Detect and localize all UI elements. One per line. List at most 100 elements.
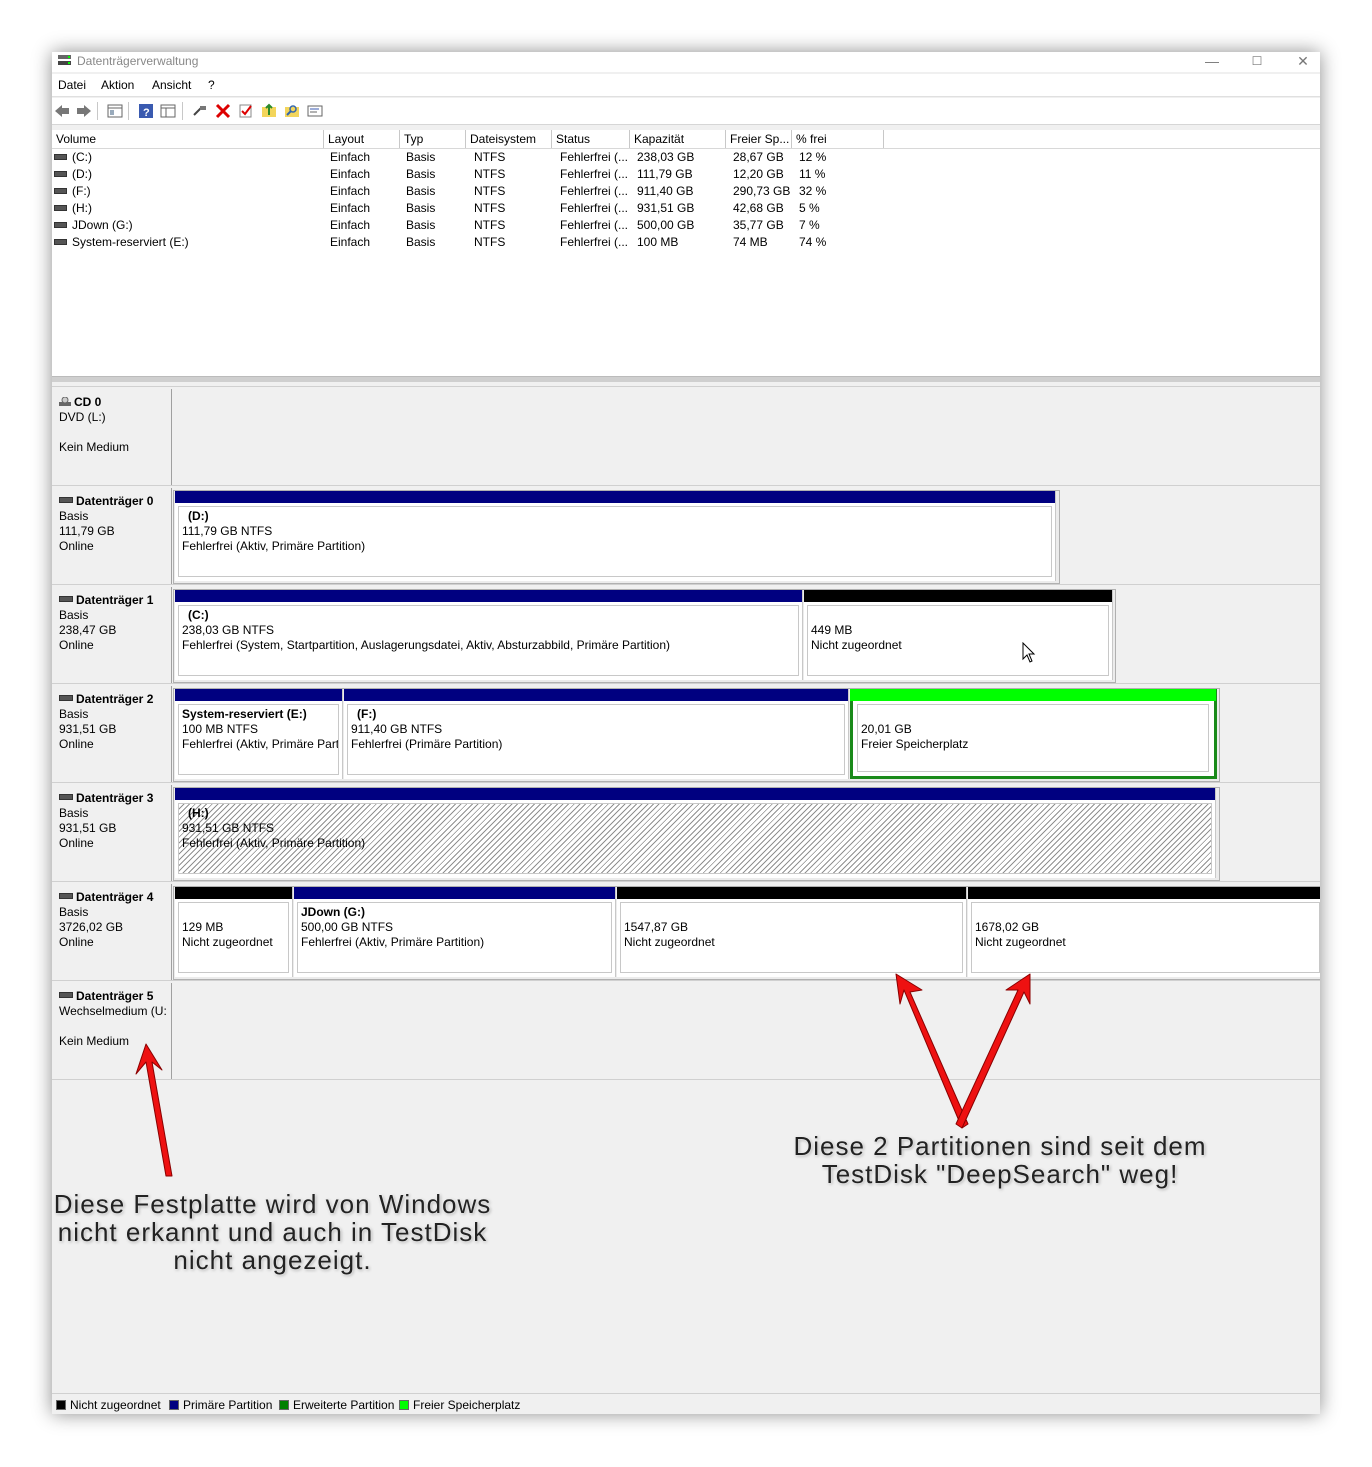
- connect-icon[interactable]: [192, 103, 208, 119]
- partition-frame: (D:) 111,79 GB NTFS Fehlerfrei (Aktiv, P…: [173, 490, 1060, 584]
- disk-row-5: Datenträger 5 Wechselmedium (U: Kein Med…: [52, 980, 1320, 1080]
- column-header-dateisystem[interactable]: Dateisystem: [466, 130, 552, 148]
- disk-type: Basis: [59, 905, 89, 919]
- disk-label[interactable]: Datenträger 5 Wechselmedium (U: Kein Med…: [52, 983, 172, 1079]
- legend-item: Primäre Partition: [169, 1398, 272, 1412]
- table-cell: 290,73 GB: [733, 184, 791, 198]
- check-icon[interactable]: [238, 103, 254, 119]
- partition-color-bar: [804, 590, 1112, 602]
- table-row[interactable]: (D:) Einfach Basis NTFS Fehlerfrei (... 111,7…: [52, 166, 1320, 183]
- back-icon[interactable]: [54, 103, 70, 119]
- disk-label[interactable]: Datenträger 2 Basis 931,51 GB Online: [52, 686, 172, 782]
- partition-size: 931,51 GB NTFS: [182, 821, 275, 835]
- volume-list-header: Volume Layout Typ Dateisystem Status Kap…: [52, 130, 1320, 149]
- legend-item: Freier Speicherplatz: [399, 1398, 520, 1412]
- partition-e[interactable]: System-reserviert (E:) 100 MB NTFS Fehle…: [175, 689, 343, 779]
- menu-ansicht[interactable]: Ansicht: [152, 78, 191, 92]
- disk-label[interactable]: CD 0 DVD (L:) Kein Medium: [52, 389, 172, 485]
- partition-info: (D:) 111,79 GB NTFS Fehlerfrei (Aktiv, P…: [178, 506, 1052, 577]
- partition-info: (F:) 911,40 GB NTFS Fehlerfrei (Primäre …: [347, 704, 845, 775]
- partition-c[interactable]: (C:) 238,03 GB NTFS Fehlerfrei (System, …: [175, 590, 803, 680]
- partition-unallocated-1547gb[interactable]: 1547,87 GB Nicht zugeordnet: [617, 887, 967, 977]
- partition-color-bar: [175, 788, 1215, 800]
- disk-label[interactable]: Datenträger 0 Basis 111,79 GB Online: [52, 488, 172, 584]
- legend-swatch: [169, 1400, 179, 1410]
- table-cell: Einfach: [330, 150, 371, 164]
- partition-d[interactable]: (D:) 111,79 GB NTFS Fehlerfrei (Aktiv, P…: [175, 491, 1056, 581]
- column-header-typ[interactable]: Typ: [400, 130, 466, 148]
- disk-type: Basis: [59, 608, 89, 622]
- partition-unallocated-1678gb[interactable]: 1678,02 GB Nicht zugeordnet: [968, 887, 1320, 977]
- table-cell: NTFS: [474, 150, 506, 164]
- partition-title: (C:): [188, 608, 209, 622]
- column-header-prozent-frei[interactable]: % frei: [792, 130, 884, 148]
- table-cell: 74 MB: [733, 235, 768, 249]
- table-cell: 28,67 GB: [733, 150, 784, 164]
- menu-aktion[interactable]: Aktion: [101, 78, 134, 92]
- disk-row-3: Datenträger 3 Basis 931,51 GB Online (H:…: [52, 782, 1320, 881]
- table-row[interactable]: System-reserviert (E:) Einfach Basis NTFS Fe…: [52, 234, 1320, 251]
- column-header-status[interactable]: Status: [552, 130, 630, 148]
- partition-unallocated-129mb[interactable]: 129 MB Nicht zugeordnet: [175, 887, 293, 977]
- table-cell: 12,20 GB: [733, 167, 784, 181]
- table-cell: Einfach: [330, 218, 371, 232]
- column-header-freier-speicher[interactable]: Freier Sp...: [726, 130, 792, 148]
- search-folder-icon[interactable]: [284, 103, 300, 119]
- folder-up-icon[interactable]: [261, 103, 277, 119]
- list-view-icon[interactable]: [107, 103, 123, 119]
- partition-size: 449 MB: [811, 623, 853, 637]
- table-cell: Basis: [406, 184, 436, 198]
- table-cell: Fehlerfrei (...: [560, 150, 629, 164]
- menu-help[interactable]: ?: [208, 78, 215, 92]
- table-row[interactable]: (F:) Einfach Basis NTFS Fehlerfrei (... 911,4…: [52, 183, 1320, 200]
- disk-status: Kein Medium: [59, 440, 130, 454]
- partition-status: Nicht zugeordnet: [182, 935, 273, 949]
- partition-info: 129 MB Nicht zugeordnet: [178, 902, 289, 973]
- partition-size: 500,00 GB NTFS: [301, 920, 394, 934]
- legend-swatch: [56, 1400, 66, 1410]
- table-cell: 7 %: [799, 218, 820, 232]
- partition-color-bar: [175, 590, 802, 602]
- disk-name: Datenträger 2: [76, 692, 154, 706]
- table-row[interactable]: (C:) Einfach Basis NTFS Fehlerfrei (... 238,0…: [52, 149, 1320, 166]
- minimize-button[interactable]: —: [1189, 52, 1235, 72]
- disk-size: 931,51 GB: [59, 821, 117, 835]
- disk-status: Online: [59, 638, 94, 652]
- delete-icon[interactable]: [215, 103, 231, 119]
- partition-free-space[interactable]: 20,01 GB Freier Speicherplatz: [850, 689, 1217, 779]
- partition-h[interactable]: (H:) 931,51 GB NTFS Fehlerfrei (Aktiv, P…: [175, 788, 1216, 878]
- partition-unallocated[interactable]: 449 MB Nicht zugeordnet: [804, 590, 1113, 680]
- hard-disk-icon: [59, 596, 73, 602]
- disk-type: Basis: [59, 707, 89, 721]
- partition-frame: (C:) 238,03 GB NTFS Fehlerfrei (System, …: [173, 589, 1116, 683]
- volume-icon: [54, 170, 67, 177]
- table-row[interactable]: JDown (G:) Einfach Basis NTFS Fehlerfrei (..…: [52, 217, 1320, 234]
- partition-title: JDown (G:): [301, 905, 365, 919]
- partition-frame: 129 MB Nicht zugeordnet JDown (G:) 500,0…: [173, 886, 1320, 980]
- settings-view-icon[interactable]: [307, 103, 323, 119]
- partition-status: Fehlerfrei (Aktiv, Primäre Partition): [182, 836, 366, 850]
- disk-row-4: Datenträger 4 Basis 3726,02 GB Online 12…: [52, 881, 1320, 980]
- volume-list: Volume Layout Typ Dateisystem Status Kap…: [52, 130, 1320, 376]
- close-button[interactable]: ✕: [1280, 52, 1320, 72]
- partition-info: 1547,87 GB Nicht zugeordnet: [620, 902, 963, 973]
- disk-label[interactable]: Datenträger 1 Basis 238,47 GB Online: [52, 587, 172, 683]
- column-header-kapazitaet[interactable]: Kapazität: [630, 130, 726, 148]
- properties-view-icon[interactable]: [160, 103, 176, 119]
- help-icon[interactable]: ?: [138, 103, 154, 119]
- forward-icon[interactable]: [76, 103, 92, 119]
- hard-disk-icon: [59, 893, 73, 899]
- disk-label[interactable]: Datenträger 3 Basis 931,51 GB Online: [52, 785, 172, 881]
- table-cell: (C:): [54, 149, 92, 166]
- disk-label[interactable]: Datenträger 4 Basis 3726,02 GB Online: [52, 884, 172, 980]
- column-header-layout[interactable]: Layout: [324, 130, 400, 148]
- disk-size: 111,79 GB: [59, 524, 115, 538]
- maximize-button[interactable]: ☐: [1234, 52, 1280, 72]
- table-row[interactable]: (H:) Einfach Basis NTFS Fehlerfrei (... 931,5…: [52, 200, 1320, 217]
- partition-g[interactable]: JDown (G:) 500,00 GB NTFS Fehlerfrei (Ak…: [294, 887, 616, 977]
- partition-title: (H:): [188, 806, 209, 820]
- partition-f[interactable]: (F:) 911,40 GB NTFS Fehlerfrei (Primäre …: [344, 689, 849, 779]
- column-header-volume[interactable]: Volume: [52, 130, 324, 148]
- menu-datei[interactable]: Datei: [58, 78, 86, 92]
- partition-size: 20,01 GB: [861, 722, 912, 736]
